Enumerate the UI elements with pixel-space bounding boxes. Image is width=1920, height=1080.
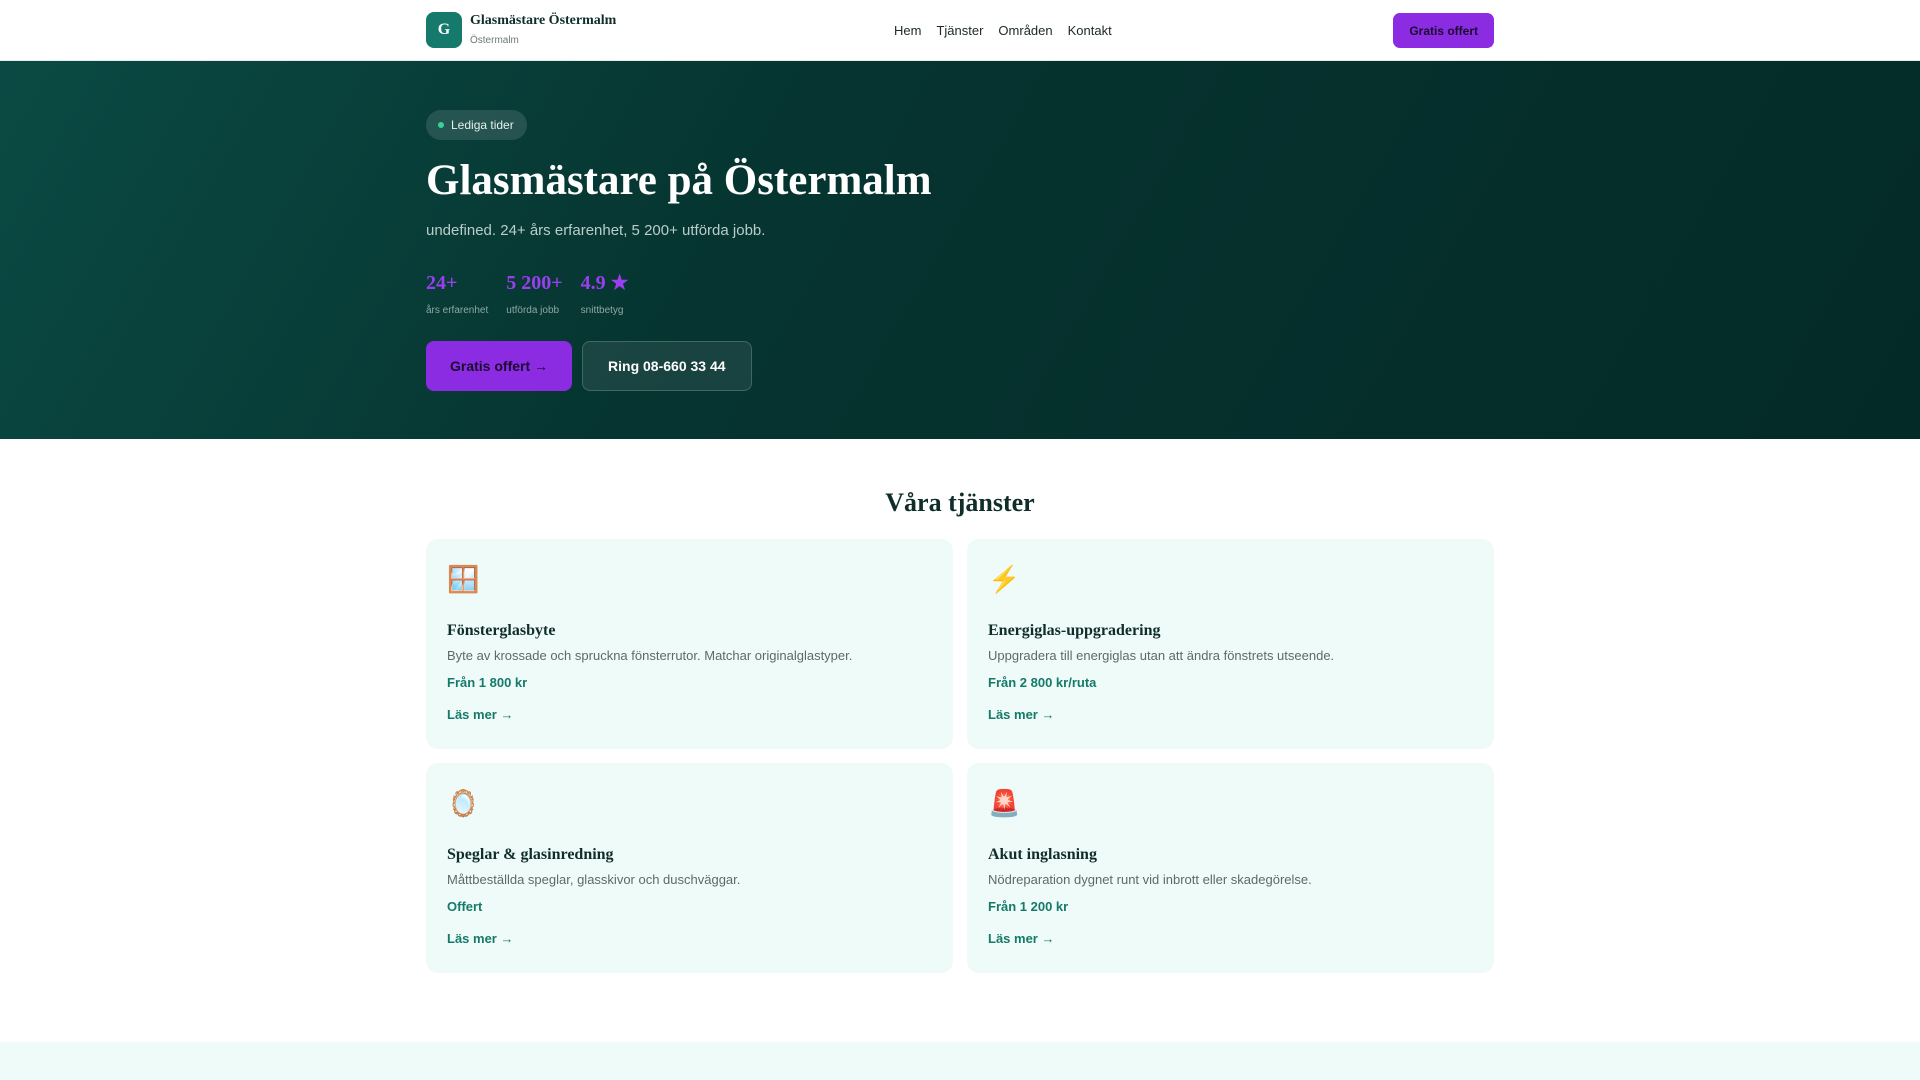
service-title: Fönsterglasbyte <box>447 622 556 639</box>
stat-label: utförda jobb <box>506 305 560 316</box>
stat-jobs: 5 200+ utförda jobb <box>506 271 562 316</box>
hero-stats: 24+ års erfarenhet 5 200+ utförda jobb 4… <box>426 271 629 316</box>
hero-quote-button[interactable]: Gratis offert → <box>426 341 573 391</box>
logo-mark: G <box>426 12 462 48</box>
service-title: Akut inglasning <box>988 846 1097 863</box>
stat-label: års erfarenhet <box>426 305 489 316</box>
stat-rating: 4.9 ★ snittbetyg <box>581 271 629 316</box>
read-more-link[interactable]: Läs mer → <box>988 931 1054 946</box>
site-header: G Glasmästare Östermalm Östermalm Hem Tj… <box>0 0 1920 61</box>
service-card: 🪞 Speglar & glasinredning Måttbeställda … <box>426 763 953 973</box>
mirror-icon: 🪞 <box>447 788 480 818</box>
service-title: Speglar & glasinredning <box>447 846 614 863</box>
service-card: 🚨 Akut inglasning Nödreparation dygnet r… <box>967 763 1494 973</box>
stat-value: 4.9 ★ <box>580 272 629 294</box>
nav-item-kontakt[interactable]: Kontakt <box>1068 23 1112 38</box>
service-price: Offert <box>447 899 483 914</box>
brand-name: Glasmästare Östermalm <box>470 12 617 28</box>
service-description: Uppgradera till energiglas utan att ändr… <box>988 648 1335 663</box>
lightning-icon: ⚡ <box>988 564 1021 594</box>
next-section-band <box>0 1042 1920 1080</box>
nav-item-omraden[interactable]: Områden <box>998 23 1052 38</box>
badge-label: Lediga tider <box>451 118 514 132</box>
header-inner: G Glasmästare Östermalm Östermalm Hem Tj… <box>426 0 1494 60</box>
brand-subtitle: Östermalm <box>470 34 519 46</box>
logo[interactable]: G Glasmästare Östermalm Östermalm <box>426 12 616 49</box>
hero-section: Lediga tider Glasmästare på Östermalm un… <box>0 61 1920 439</box>
hero-buttons: Gratis offert → Ring 08-660 33 44 <box>426 341 752 391</box>
services-grid: 🪟 Fönsterglasbyte Byte av krossade och s… <box>426 539 1494 973</box>
service-price: Från 1 800 kr <box>447 675 528 690</box>
service-card: ⚡ Energiglas-uppgradering Uppgradera til… <box>967 539 1494 749</box>
hero-inner: Lediga tider Glasmästare på Östermalm un… <box>426 61 1494 439</box>
siren-icon: 🚨 <box>988 788 1021 818</box>
read-more-link[interactable]: Läs mer → <box>447 931 513 946</box>
main-nav: Hem Tjänster Områden Kontakt <box>894 0 1112 60</box>
status-dot-icon <box>438 122 444 128</box>
read-more-link[interactable]: Läs mer → <box>988 707 1054 722</box>
stat-value: 5 200+ <box>506 272 563 294</box>
read-more-link[interactable]: Läs mer → <box>447 707 513 722</box>
nav-item-hem[interactable]: Hem <box>894 23 921 38</box>
stat-label: snittbetyg <box>580 305 624 316</box>
window-icon: 🪟 <box>447 564 480 594</box>
service-description: Måttbeställda speglar, glasskivor och du… <box>447 872 741 887</box>
service-title: Energiglas-uppgradering <box>988 622 1161 639</box>
nav-item-tjanster[interactable]: Tjänster <box>936 23 983 38</box>
services-title: Våra tjänster <box>885 488 1035 517</box>
stat-experience: 24+ års erfarenhet <box>426 271 488 316</box>
service-price: Från 1 200 kr <box>988 899 1069 914</box>
service-card: 🪟 Fönsterglasbyte Byte av krossade och s… <box>426 539 953 749</box>
stat-value: 24+ <box>426 272 458 294</box>
service-description: Byte av krossade och spruckna fönsterrut… <box>447 648 853 663</box>
logo-text: Glasmästare Östermalm Östermalm <box>470 12 616 49</box>
availability-badge: Lediga tider <box>426 110 527 140</box>
service-description: Nödreparation dygnet runt vid inbrott el… <box>988 872 1312 887</box>
service-price: Från 2 800 kr/ruta <box>988 675 1097 690</box>
call-button[interactable]: Ring 08-660 33 44 <box>582 341 752 391</box>
hero-subtitle: undefined. 24+ års erfarenhet, 5 200+ ut… <box>426 222 766 239</box>
header-quote-button[interactable]: Gratis offert <box>1393 13 1494 48</box>
hero-title: Glasmästare på Östermalm <box>426 157 932 204</box>
